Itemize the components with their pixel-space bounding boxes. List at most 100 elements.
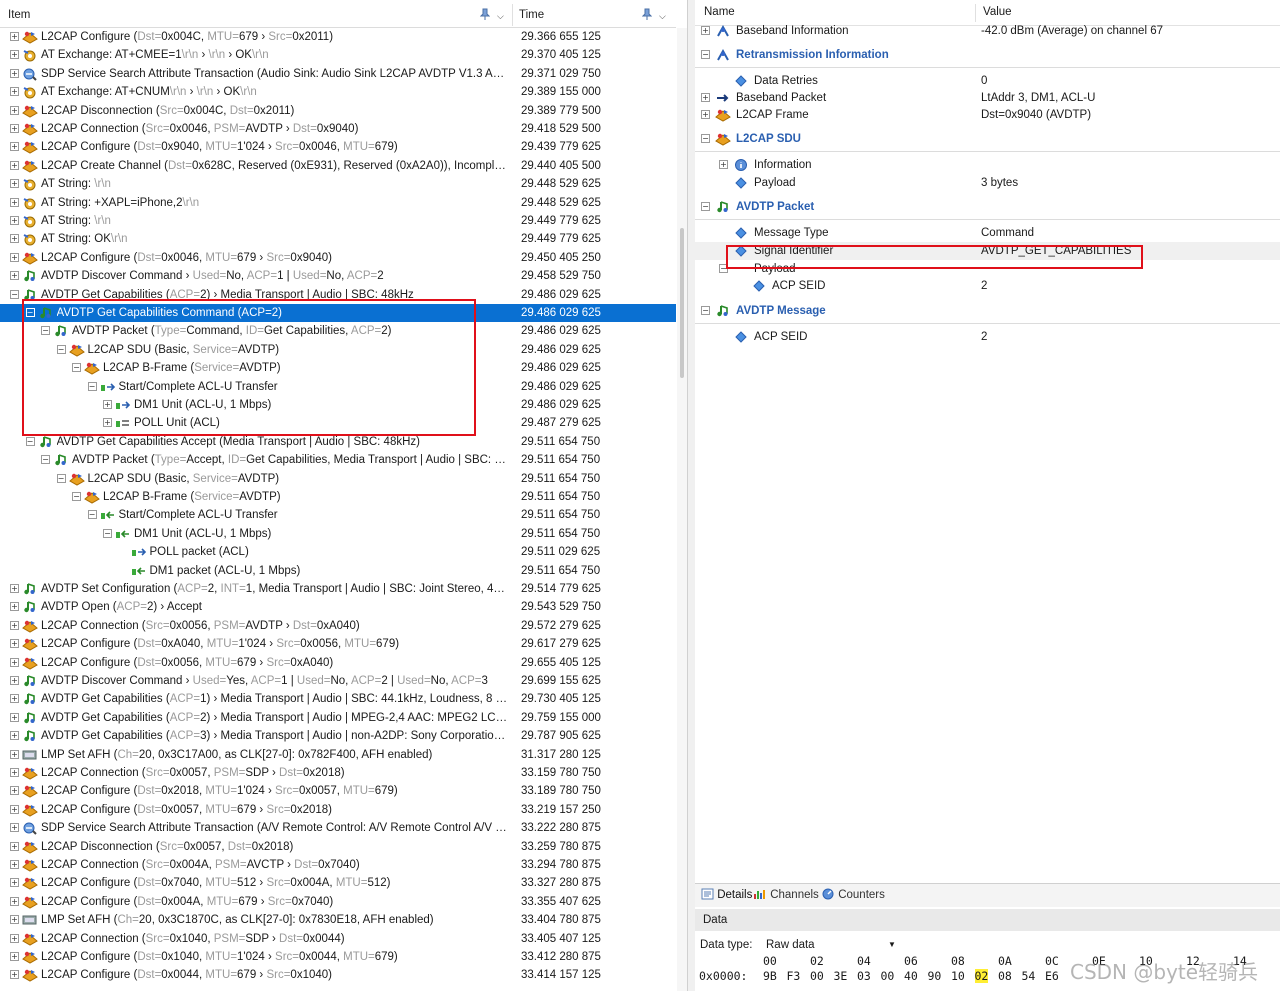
detail-row[interactable]: + Baseband Packet LtAddr 3, DM1, ACL-U: [695, 89, 1280, 107]
expand-toggle[interactable]: +: [10, 160, 19, 170]
hex-byte[interactable]: 10: [951, 969, 965, 983]
detail-row[interactable]: + Information: [695, 156, 1280, 174]
packet-row[interactable]: + L2CAP Connection (Src=0x1040, PSM=SDP ›…: [0, 930, 676, 948]
packet-row[interactable]: + AVDTP Set Configuration (ACP=2, INT=1, …: [0, 580, 676, 598]
column-header-item[interactable]: Item: [8, 0, 30, 28]
packet-row[interactable]: + L2CAP Configure (Dst=0xA040, MTU=1'024 …: [0, 635, 676, 653]
expand-toggle[interactable]: +: [701, 110, 710, 119]
expand-toggle[interactable]: +: [10, 197, 19, 207]
expand-toggle[interactable]: +: [10, 786, 19, 796]
expand-toggle[interactable]: +: [10, 216, 19, 225]
expand-toggle[interactable]: +: [10, 676, 19, 685]
data-type-select[interactable]: Raw data ▼: [766, 936, 896, 954]
expand-toggle[interactable]: +: [10, 620, 19, 630]
expand-toggle[interactable]: +: [10, 749, 19, 759]
hex-byte[interactable]: E6: [1045, 969, 1059, 983]
expand-toggle[interactable]: +: [10, 87, 19, 97]
detail-row[interactable]: + Baseband Information -42.0 dBm (Average)…: [695, 22, 1280, 40]
detail-row[interactable]: Message Type Command: [695, 224, 1280, 242]
packet-row[interactable]: − Start/Complete ACL-U Transfer 29.511 654…: [0, 506, 676, 524]
packet-row[interactable]: + LMP Set AFH (Ch=20, 0x3C1870C, as CLK[2…: [0, 911, 676, 929]
collapse-toggle[interactable]: −: [41, 455, 50, 465]
hex-byte[interactable]: 9B: [763, 969, 777, 983]
detail-row[interactable]: − AVDTP Message: [695, 302, 1280, 320]
packet-row[interactable]: + L2CAP Configure (Dst=0x9040, MTU=1'024 …: [0, 138, 676, 156]
hex-byte[interactable]: 03: [857, 969, 871, 983]
collapse-toggle[interactable]: −: [87, 510, 97, 520]
packet-row[interactable]: + SDP Service Search Attribute Transactio…: [0, 65, 676, 83]
pin-icon[interactable]: [642, 8, 652, 20]
expand-toggle[interactable]: +: [10, 179, 19, 189]
packet-row[interactable]: + AVDTP Get Capabilities (ACP=3) › Media …: [0, 727, 676, 745]
packet-row[interactable]: + L2CAP Connection (Src=0x0056, PSM=AVDTP…: [0, 617, 676, 635]
expand-toggle[interactable]: +: [10, 841, 19, 851]
packet-row[interactable]: + AVDTP Get Capabilities (ACP=1) › Media …: [0, 690, 676, 708]
packet-row[interactable]: + L2CAP Configure (Dst=0x004A, MTU=679 › …: [0, 893, 676, 911]
hex-byte[interactable]: 54: [1022, 969, 1036, 983]
expand-toggle[interactable]: +: [10, 860, 19, 869]
hex-byte[interactable]: 00: [881, 969, 895, 983]
collapse-toggle[interactable]: −: [25, 436, 35, 446]
packet-row[interactable]: + AT Exchange: AT+CNUM\r\n › \r\n › OK\r\…: [0, 83, 676, 101]
packet-row[interactable]: + AT String: \r\n 29.448 529 625: [0, 175, 676, 193]
expand-toggle[interactable]: +: [10, 952, 19, 961]
packet-row[interactable]: + L2CAP Configure (Dst=0x0046, MTU=679 › …: [0, 249, 676, 267]
chevron-down-icon[interactable]: ⌵: [659, 11, 666, 22]
detail-row[interactable]: Data Retries 0: [695, 72, 1280, 90]
column-separator[interactable]: [512, 4, 513, 26]
expand-toggle[interactable]: +: [10, 105, 19, 115]
packet-row[interactable]: + AVDTP Discover Command › Used=No, ACP=1…: [0, 267, 676, 285]
packet-row[interactable]: + L2CAP Configure (Dst=0x004C, MTU=679 › …: [0, 28, 676, 46]
packet-row[interactable]: + L2CAP Configure (Dst=0x0057, MTU=679 › …: [0, 801, 676, 819]
expand-toggle[interactable]: +: [701, 26, 710, 35]
expand-toggle[interactable]: +: [10, 896, 19, 906]
expand-toggle[interactable]: +: [10, 584, 19, 593]
packet-row[interactable]: − L2CAP SDU (Basic, Service=AVDTP) 29.511 …: [0, 470, 676, 488]
tab-details[interactable]: Details: [701, 888, 752, 901]
expand-toggle[interactable]: +: [10, 915, 19, 925]
scrollbar-thumb[interactable]: [680, 228, 684, 378]
detail-row[interactable]: − L2CAP SDU: [695, 130, 1280, 148]
expand-toggle[interactable]: +: [701, 93, 710, 102]
collapse-toggle[interactable]: −: [56, 473, 66, 483]
expand-toggle[interactable]: +: [10, 602, 19, 612]
expand-toggle[interactable]: +: [10, 970, 19, 980]
collapse-toggle[interactable]: −: [701, 202, 710, 211]
vertical-scrollbar[interactable]: [677, 28, 687, 991]
expand-toggle[interactable]: +: [10, 32, 19, 41]
expand-toggle[interactable]: +: [10, 933, 19, 943]
pin-icon[interactable]: [480, 8, 490, 20]
packet-row[interactable]: + AT String: +XAPL=iPhone,2\r\n 29.448 529…: [0, 194, 676, 212]
hex-byte[interactable]: 40: [904, 969, 918, 983]
collapse-toggle[interactable]: −: [10, 289, 19, 299]
packet-row[interactable]: + AVDTP Open (ACP=2) › Accept 29.543 529 7…: [0, 598, 676, 616]
detail-row[interactable]: + L2CAP Frame Dst=0x9040 (AVDTP): [695, 106, 1280, 124]
detail-row[interactable]: ACP SEID 2: [695, 328, 1280, 346]
expand-toggle[interactable]: +: [10, 804, 19, 814]
expand-toggle[interactable]: +: [10, 878, 19, 888]
splitter[interactable]: [688, 0, 695, 991]
tab-channels[interactable]: Channels: [753, 888, 819, 901]
expand-toggle[interactable]: +: [719, 160, 728, 169]
packet-row[interactable]: + L2CAP Disconnection (Src=0x0057, Dst=0x…: [0, 838, 676, 856]
packet-row[interactable]: + AT String: OK\r\n 29.449 779 625: [0, 230, 676, 248]
packet-row[interactable]: + L2CAP Configure (Dst=0x2018, MTU=1'024 …: [0, 782, 676, 800]
chevron-down-icon[interactable]: ⌵: [497, 11, 504, 22]
packet-row[interactable]: + L2CAP Configure (Dst=0x0044, MTU=679 › …: [0, 966, 676, 984]
packet-row[interactable]: + AVDTP Get Capabilities (ACP=2) › Media …: [0, 709, 676, 727]
packet-row[interactable]: + L2CAP Configure (Dst=0x0056, MTU=679 › …: [0, 654, 676, 672]
expand-toggle[interactable]: +: [10, 50, 19, 60]
expand-toggle[interactable]: +: [10, 694, 19, 704]
hex-byte[interactable]: 3E: [834, 969, 848, 983]
detail-row[interactable]: Payload 3 bytes: [695, 174, 1280, 192]
expand-toggle[interactable]: +: [10, 68, 19, 78]
tab-counters[interactable]: Counters: [821, 888, 885, 901]
collapse-toggle[interactable]: −: [72, 492, 81, 501]
packet-row[interactable]: + L2CAP Connection (Src=0x0046, PSM=AVDTP…: [0, 120, 676, 138]
packet-row[interactable]: + AT String: \r\n 29.449 779 625: [0, 212, 676, 230]
column-header-time[interactable]: Time: [519, 0, 544, 28]
detail-row[interactable]: − AVDTP Packet: [695, 198, 1280, 216]
hex-byte[interactable]: 02: [974, 969, 989, 983]
expand-toggle[interactable]: +: [10, 639, 19, 649]
packet-row[interactable]: + L2CAP Connection (Src=0x004A, PSM=AVCTP…: [0, 856, 676, 874]
